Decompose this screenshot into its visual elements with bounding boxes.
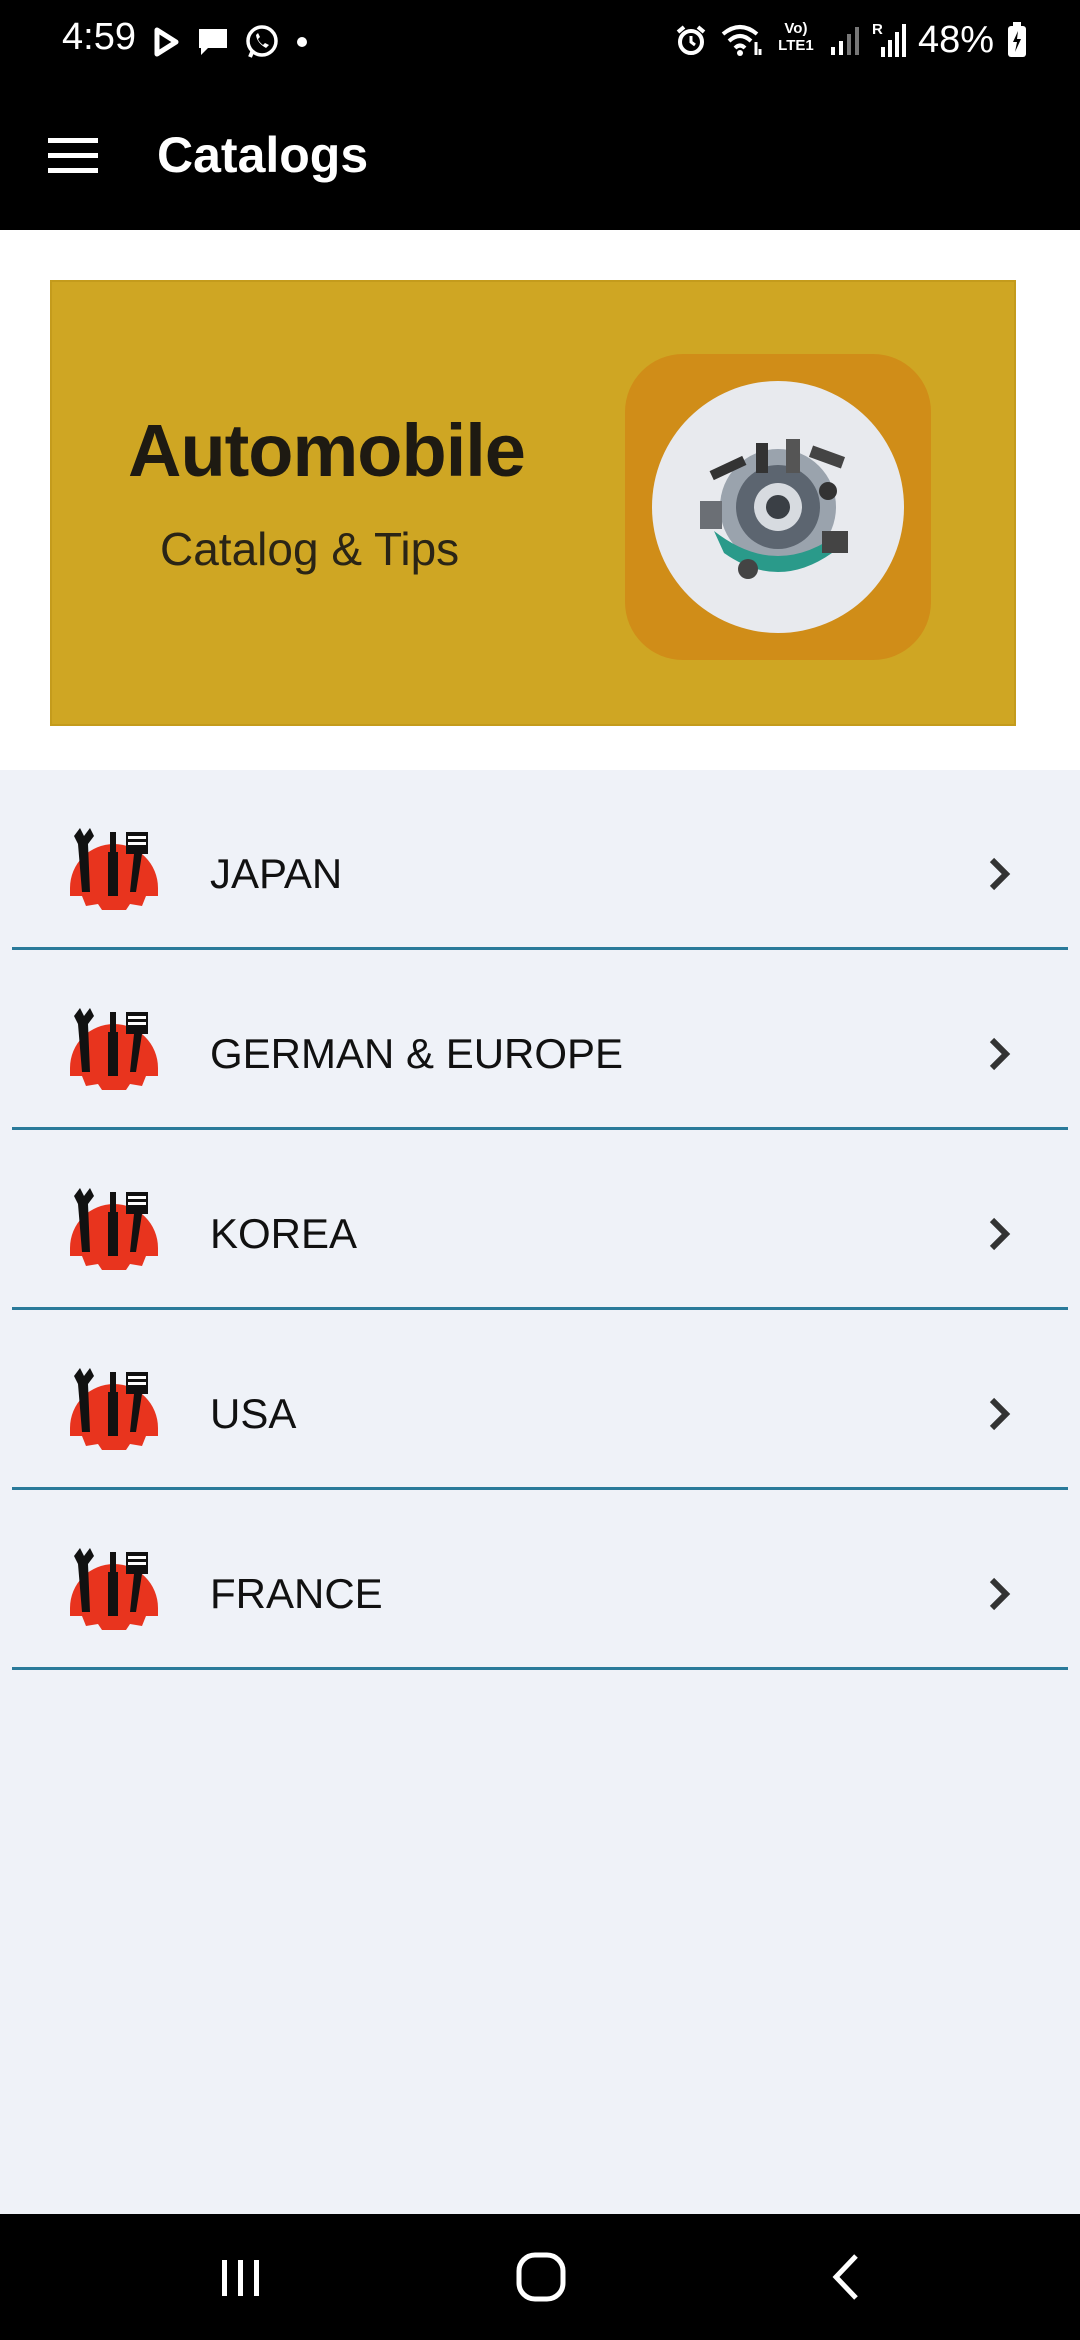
system-nav-bar <box>0 2214 1080 2340</box>
auto-tools-gear-icon <box>64 1006 164 1090</box>
chevron-right-icon <box>989 1037 1011 1071</box>
catalog-item-german-europe[interactable]: GERMAN & EUROPE <box>0 950 1080 1130</box>
recent-apps-icon[interactable] <box>216 2250 266 2304</box>
status-time: 4:59 <box>62 16 136 58</box>
home-icon[interactable] <box>514 2250 568 2304</box>
catalog-item-label: JAPAN <box>210 850 343 897</box>
chevron-right-icon <box>989 857 1011 891</box>
catalog-list: JAPAN GERMAN & EUROPE KOREA USA FRANCE <box>0 770 1080 1670</box>
catalog-item-france[interactable]: FRANCE <box>0 1490 1080 1670</box>
catalog-item-label: FRANCE <box>210 1570 383 1617</box>
auto-tools-gear-icon <box>64 1186 164 1270</box>
list-divider <box>12 1667 1068 1670</box>
logo-circle <box>652 381 904 633</box>
play-icon <box>154 27 179 57</box>
app-bar: Catalogs <box>0 80 1080 230</box>
whatsapp-icon <box>246 25 278 58</box>
catalog-item-label: GERMAN & EUROPE <box>210 1030 624 1077</box>
message-icon <box>199 29 227 55</box>
wifi-icon <box>721 25 762 56</box>
banner-container: Automobile Catalog & Tips <box>0 230 1080 770</box>
hamburger-menu-icon[interactable] <box>48 138 98 174</box>
banner-title: Automobile <box>128 409 526 492</box>
back-icon[interactable] <box>826 2250 866 2304</box>
system-icons: Vo) LTE1 R 48% <box>674 16 1028 64</box>
auto-tools-gear-icon <box>64 1546 164 1630</box>
alarm-icon <box>676 25 706 55</box>
battery-percent: 48% <box>917 18 994 61</box>
volte-icon: Vo) LTE1 <box>778 20 814 54</box>
chevron-right-icon <box>989 1577 1011 1611</box>
auto-parts-collage-icon <box>700 439 848 579</box>
roaming-signal-icon: R <box>872 21 906 59</box>
banner-subtitle: Catalog & Tips <box>160 523 460 575</box>
catalog-item-label: KOREA <box>210 1210 358 1257</box>
chevron-right-icon <box>989 1217 1011 1251</box>
status-bar: 4:59 Vo) LTE1 R 48% <box>0 0 1080 80</box>
battery-charging-icon <box>1008 22 1026 57</box>
chevron-right-icon <box>989 1397 1011 1431</box>
catalog-item-usa[interactable]: USA <box>0 1310 1080 1490</box>
catalog-item-label: USA <box>210 1390 297 1437</box>
app-logo <box>625 354 931 660</box>
notification-icons <box>152 20 310 64</box>
page-title: Catalogs <box>157 127 369 183</box>
catalog-item-korea[interactable]: KOREA <box>0 1130 1080 1310</box>
auto-tools-gear-icon <box>64 1366 164 1450</box>
auto-tools-gear-icon <box>64 826 164 910</box>
signal-icon <box>830 27 859 55</box>
app-banner: Automobile Catalog & Tips <box>50 280 1016 726</box>
catalog-item-japan[interactable]: JAPAN <box>0 770 1080 950</box>
dot-icon <box>297 37 307 47</box>
